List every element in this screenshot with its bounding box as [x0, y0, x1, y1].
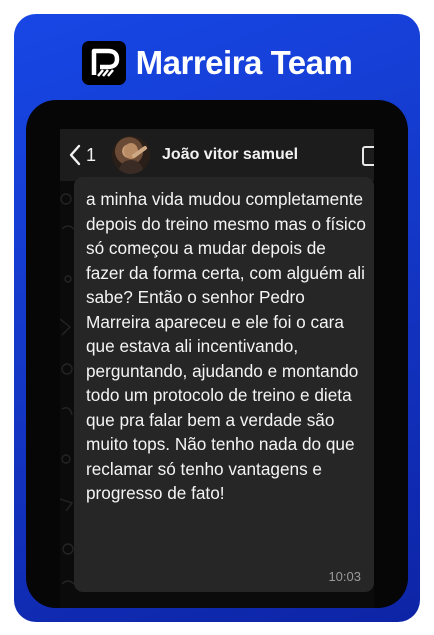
contact-name[interactable]: João vitor samuel — [162, 146, 298, 164]
message-timestamp: 10:03 — [328, 569, 361, 584]
marreira-logo-icon — [81, 41, 126, 85]
message-bubble[interactable]: a minha vida mudou completamente depois … — [74, 177, 374, 592]
testimonial-card: Marreira Team 1 João vitor samuel a minh… — [14, 14, 420, 622]
chat-header: 1 João vitor samuel — [60, 129, 374, 181]
brand-header: Marreira Team — [14, 38, 420, 88]
chat-screen: 1 João vitor samuel a minha vida mudou c… — [60, 129, 374, 608]
chevron-left-icon — [69, 144, 81, 166]
phone-frame: 1 João vitor samuel a minha vida mudou c… — [26, 100, 408, 608]
message-text: a minha vida mudou completamente depois … — [86, 189, 366, 503]
video-call-icon[interactable] — [362, 146, 374, 166]
unread-count: 1 — [86, 144, 97, 165]
contact-avatar[interactable] — [112, 136, 151, 174]
brand-name: Marreira Team — [135, 44, 353, 81]
back-button[interactable]: 1 — [68, 144, 96, 166]
